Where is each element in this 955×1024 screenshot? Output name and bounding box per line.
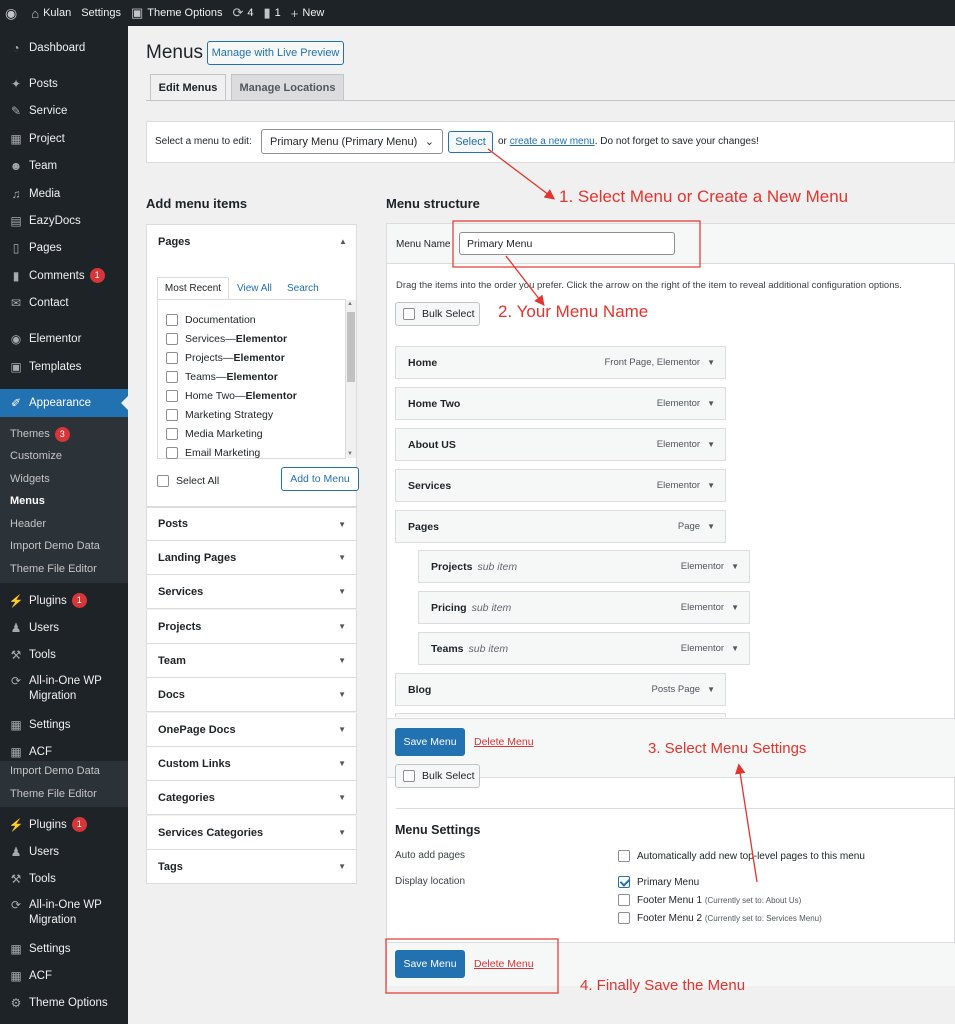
annotation-overlay — [385, 148, 758, 994]
arrow-1 — [487, 148, 556, 200]
arrow-2 — [505, 255, 545, 307]
annotation-step-3: 3. Select Menu Settings — [648, 740, 807, 757]
arrow-3 — [735, 763, 758, 883]
annotation-step-4: 4. Finally Save the Menu — [580, 977, 746, 994]
save-menu-highlight-box — [385, 938, 559, 994]
annotation-step-1: 1. Select Menu or Create a New Menu — [559, 187, 849, 206]
menu-name-highlight-box — [452, 220, 701, 268]
annotation-step-2: 2. Your Menu Name — [498, 302, 649, 321]
